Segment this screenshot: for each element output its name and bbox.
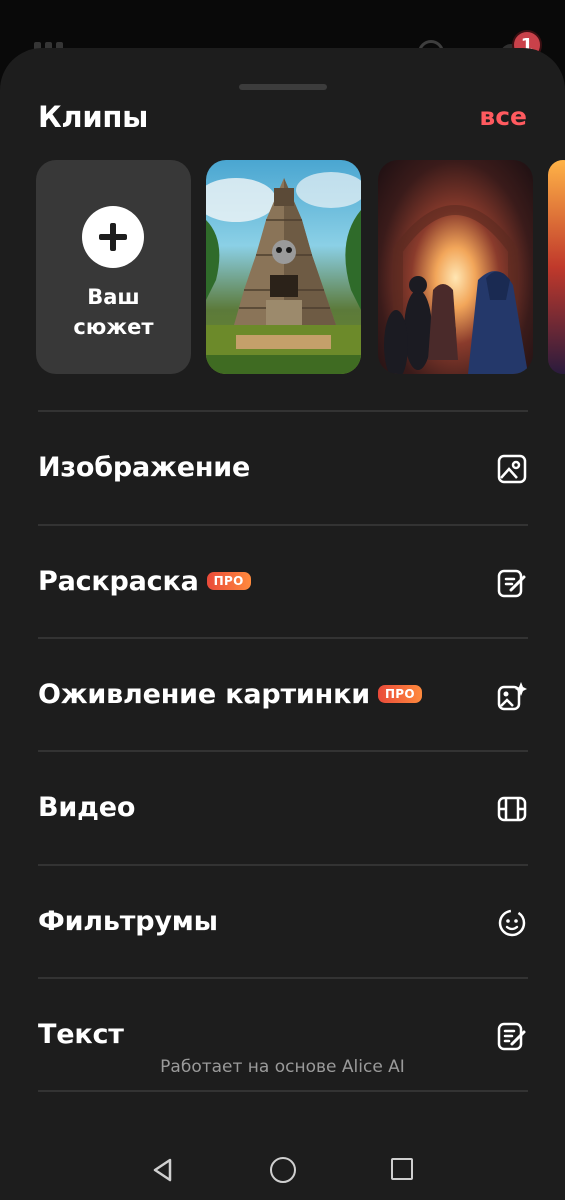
divider (38, 1090, 528, 1092)
clips-title: Клипы (38, 100, 149, 134)
menu-item-video[interactable]: Видео (0, 752, 565, 864)
new-story-card[interactable]: Ваш сюжет (36, 160, 191, 374)
sheet-grabber[interactable] (239, 84, 327, 90)
text-edit-icon (497, 1022, 526, 1051)
clips-all-link[interactable]: все (479, 102, 527, 131)
menu-item-filters[interactable]: Фильтрумы (0, 866, 565, 978)
menu-item-label: Раскраска ПРО (38, 566, 251, 597)
sparkle-image-icon (497, 682, 527, 711)
clip-thumbnail-partial[interactable] (548, 160, 565, 374)
powered-by-text: Работает на основе Alice AI (160, 1057, 405, 1077)
menu-item-label: Изображение (38, 452, 251, 483)
pro-badge: ПРО (206, 572, 251, 590)
menu-item-coloring[interactable]: Раскраска ПРО (0, 526, 565, 638)
create-sheet: Клипы все Ваш сюжет Изображение Раскраск… (0, 48, 565, 1200)
back-icon[interactable] (150, 1157, 176, 1183)
menu-item-label: Фильтрумы (38, 906, 218, 937)
menu-item-image[interactable]: Изображение (0, 412, 565, 524)
plus-icon (82, 206, 144, 268)
system-nav-bar (0, 1140, 565, 1200)
clips-carousel[interactable]: Ваш сюжет (36, 160, 565, 374)
clip-thumbnail-pyramid[interactable] (206, 160, 361, 374)
clip-thumbnail-tunnel[interactable] (378, 160, 533, 374)
edit-image-icon (497, 569, 526, 598)
image-icon (497, 454, 527, 484)
menu-item-animate-picture[interactable]: Оживление картинки ПРО (0, 639, 565, 751)
home-icon[interactable] (270, 1157, 296, 1183)
menu-item-label: Текст (38, 1019, 124, 1050)
new-story-label: Ваш сюжет (73, 285, 154, 339)
pyramid-image (206, 172, 361, 374)
film-icon (497, 796, 527, 822)
menu-item-label: Видео (38, 792, 136, 823)
face-filter-icon (498, 909, 526, 937)
menu-item-label: Оживление картинки ПРО (38, 679, 422, 710)
pro-badge: ПРО (377, 685, 422, 703)
tunnel-image (384, 205, 528, 374)
recent-apps-icon[interactable] (391, 1158, 413, 1180)
